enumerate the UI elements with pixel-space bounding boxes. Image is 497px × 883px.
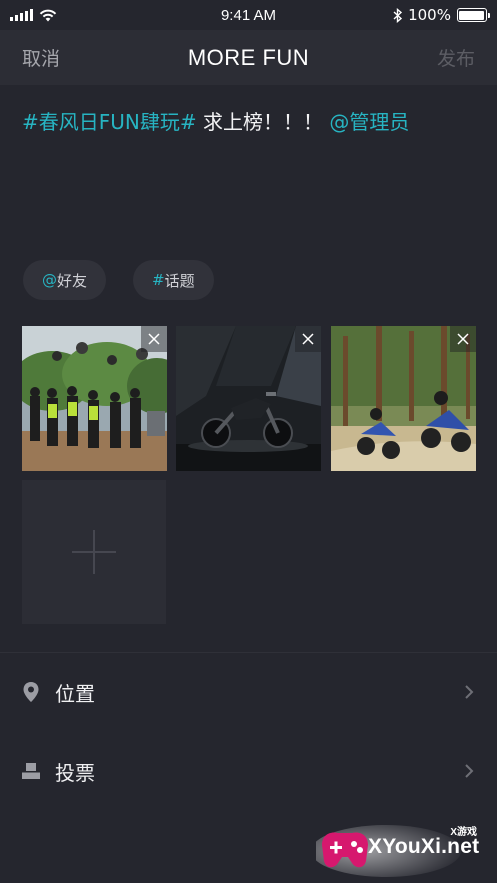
post-hashtag[interactable]: #春风日FUN肆玩# bbox=[22, 110, 197, 134]
page-title: MORE FUN bbox=[187, 44, 310, 70]
watermark-text: XYouXi.net bbox=[368, 835, 480, 858]
hash-symbol: # bbox=[152, 271, 165, 289]
signal-icon bbox=[10, 9, 33, 21]
battery-percent: 100% bbox=[408, 6, 451, 24]
location-label: 位置 bbox=[55, 681, 95, 706]
photo-thumbnail-motorcycle-studio[interactable] bbox=[176, 326, 321, 471]
cancel-button[interactable]: 取消 bbox=[22, 44, 60, 71]
nav-bar: 取消 MORE FUN 发布 bbox=[0, 30, 497, 85]
mention-friend-label: 好友 bbox=[57, 271, 88, 290]
status-time: 9:41 AM bbox=[220, 6, 277, 24]
plus-icon bbox=[72, 530, 116, 574]
insert-chips: @ 好友 # 话题 bbox=[23, 260, 214, 300]
remove-photo-button[interactable] bbox=[450, 326, 476, 352]
mention-friend-button[interactable]: @ 好友 bbox=[23, 260, 107, 300]
status-bar: 9:41 AM 100% bbox=[0, 0, 497, 30]
bluetooth-icon bbox=[393, 7, 403, 23]
watermark: X游戏 XYouXi.net bbox=[316, 817, 491, 877]
remove-photo-button[interactable] bbox=[141, 326, 167, 352]
close-icon bbox=[302, 333, 314, 345]
add-photo-button[interactable] bbox=[22, 480, 166, 624]
chevron-right-icon bbox=[465, 685, 474, 699]
vote-icon bbox=[20, 760, 42, 782]
status-right: 100% bbox=[367, 6, 490, 24]
post-body: 求上榜！！！ bbox=[196, 110, 330, 134]
vote-label: 投票 bbox=[55, 760, 95, 785]
remove-photo-button[interactable] bbox=[295, 326, 321, 352]
add-topic-button[interactable]: # 话题 bbox=[133, 260, 214, 300]
photo-thumbnail-motorcycle-racing[interactable] bbox=[331, 326, 476, 471]
close-icon bbox=[148, 333, 160, 345]
status-left bbox=[10, 9, 130, 22]
photo-thumbnail-group-riders[interactable] bbox=[22, 326, 167, 471]
post-text-input[interactable]: #春风日FUN肆玩# 求上榜！！！ @管理员 bbox=[22, 108, 482, 136]
location-pin-icon bbox=[20, 681, 42, 703]
location-row[interactable]: 位置 bbox=[0, 653, 497, 731]
wifi-icon bbox=[39, 9, 57, 21]
at-symbol: @ bbox=[42, 271, 57, 289]
add-topic-label: 话题 bbox=[164, 271, 195, 290]
vote-row[interactable]: 投票 bbox=[0, 732, 497, 810]
chevron-right-icon bbox=[465, 764, 474, 778]
close-icon bbox=[457, 333, 469, 345]
publish-button[interactable]: 发布 bbox=[437, 44, 475, 71]
post-mention[interactable]: @管理员 bbox=[329, 110, 409, 134]
battery-icon bbox=[456, 8, 490, 22]
